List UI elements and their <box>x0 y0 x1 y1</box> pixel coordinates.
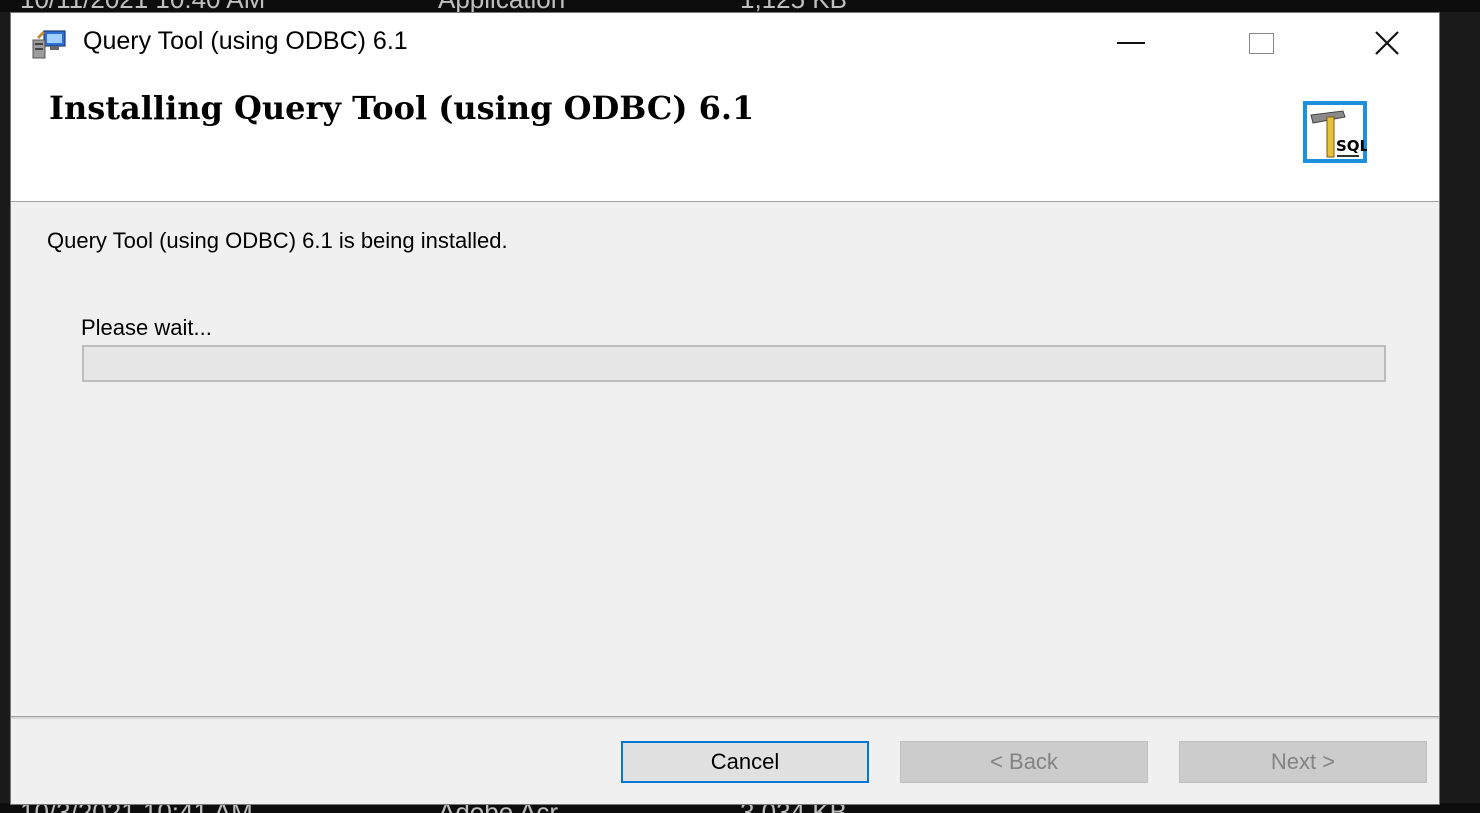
installer-icon <box>32 30 66 59</box>
logo-text: SQL <box>1336 137 1367 155</box>
next-button[interactable]: Next > <box>1179 741 1427 783</box>
title-bar[interactable]: Query Tool (using ODBC) 6.1 <box>11 13 1439 73</box>
install-progress-bar <box>82 345 1386 382</box>
background-date: 10/11/2021 10:40 AM <box>20 0 265 12</box>
back-button[interactable]: < Back <box>900 741 1148 783</box>
background-file-row-top: 10/11/2021 10:40 AM Application 1,125 KB <box>0 0 1480 12</box>
installer-dialog: Query Tool (using ODBC) 6.1 Installing Q… <box>10 12 1440 805</box>
background-type: Application <box>438 0 565 12</box>
footer-divider <box>11 716 1439 719</box>
minimize-icon <box>1117 42 1145 44</box>
page-title: Installing Query Tool (using ODBC) 6.1 <box>49 89 755 127</box>
maximize-button[interactable] <box>1219 13 1303 73</box>
install-status-text: Query Tool (using ODBC) 6.1 is being ins… <box>47 228 508 253</box>
sql-hammer-logo: SQL <box>1303 101 1367 163</box>
window-title: Query Tool (using ODBC) 6.1 <box>83 27 408 55</box>
minimize-button[interactable] <box>1089 13 1173 73</box>
close-icon <box>1375 31 1399 55</box>
please-wait-label: Please wait... <box>81 315 212 340</box>
header-banner: Installing Query Tool (using ODBC) 6.1 S… <box>11 73 1439 202</box>
cancel-button[interactable]: Cancel <box>621 741 869 783</box>
background-size: 1,125 KB <box>740 0 847 12</box>
maximize-icon <box>1248 32 1274 54</box>
close-button[interactable] <box>1345 13 1429 73</box>
